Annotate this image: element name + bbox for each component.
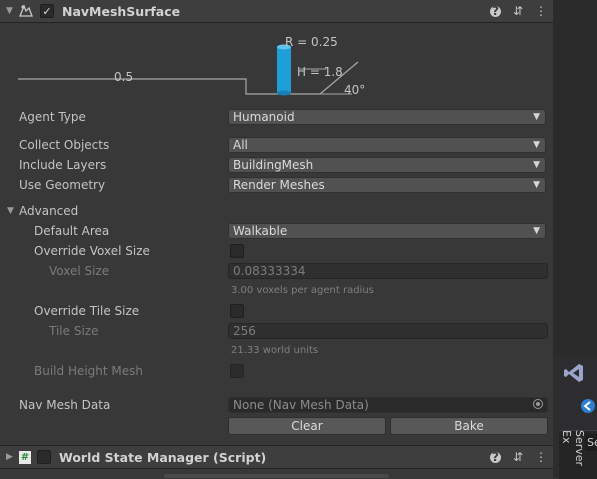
side-panel-top [553, 0, 597, 355]
radius-label: R = 0.25 [285, 35, 338, 49]
collect-objects-label: Collect Objects [19, 138, 110, 152]
world-state-manager-header[interactable]: ▶ # World State Manager (Script) ? ⇵ ⋮ [0, 445, 553, 469]
visual-studio-icon[interactable] [563, 362, 585, 384]
override-tile-size-checkbox[interactable] [230, 304, 244, 318]
component-enabled-checkbox[interactable] [37, 450, 51, 464]
help-icon[interactable]: ? [489, 4, 501, 18]
dropdown-arrow-icon: ▼ [533, 226, 540, 236]
include-layers-value: BuildingMesh [233, 158, 314, 172]
voxel-size-row: Voxel Size 0.08333334 [0, 261, 553, 281]
slope-label: 40° [344, 83, 366, 97]
nav-mesh-data-value: None (Nav Mesh Data) [233, 398, 369, 412]
nav-mesh-data-field[interactable]: None (Nav Mesh Data) [228, 397, 548, 413]
agent-type-value: Humanoid [233, 110, 295, 124]
collect-objects-value: All [233, 138, 248, 152]
tile-size-row: Tile Size 256 [0, 321, 553, 341]
object-picker-icon[interactable] [533, 399, 543, 409]
dropdown-arrow-icon: ▼ [533, 160, 540, 170]
dropdown-arrow-icon: ▼ [533, 112, 540, 122]
help-icon[interactable]: ? [489, 450, 501, 464]
agent-diagram-svg [18, 44, 359, 96]
override-tile-size-checkbox-wrap[interactable] [230, 304, 244, 321]
foldout-expanded-icon[interactable]: ▼ [6, 6, 16, 16]
default-area-label: Default Area [34, 224, 110, 238]
use-geometry-dropdown[interactable]: Render Meshes ▼ [228, 177, 546, 193]
tile-size-hint: 21.33 world units [231, 345, 319, 356]
tile-size-label: Tile Size [49, 324, 99, 338]
agent-type-row: Agent Type Humanoid ▼ [0, 107, 553, 127]
agent-type-label: Agent Type [19, 110, 86, 124]
override-voxel-size-label: Override Voxel Size [34, 244, 150, 258]
navmesh-component-icon [18, 4, 34, 18]
step-height-label: 0.5 [114, 70, 134, 84]
navmeshsurface-header[interactable]: ▼ ✓ NavMeshSurface ? ⇵ ⋮ [0, 0, 553, 23]
voxel-size-input[interactable]: 0.08333334 [228, 263, 548, 279]
build-height-mesh-checkbox[interactable] [230, 364, 244, 378]
build-height-mesh-row: Build Height Mesh [0, 361, 553, 381]
back-arrow-icon[interactable] [579, 398, 597, 414]
inspector-panel: ▼ ✓ NavMeshSurface ? ⇵ ⋮ R = 0.25 H = 1.… [0, 0, 553, 478]
include-layers-dropdown[interactable]: BuildingMesh ▼ [228, 157, 546, 173]
server-explorer-tab[interactable]: Server Ex [560, 430, 586, 478]
default-area-row: Default Area Walkable ▼ [0, 221, 553, 241]
agent-diagram: R = 0.25 H = 1.8 0.5 40° [0, 23, 553, 103]
height-label: H = 1.8 [297, 65, 343, 79]
foldout-collapsed-icon[interactable]: ▶ [6, 452, 16, 462]
agent-cylinder-bottom [277, 90, 291, 96]
default-area-value: Walkable [233, 224, 288, 238]
side-panel-tab-label[interactable]: Se [585, 434, 597, 451]
voxel-size-label: Voxel Size [49, 264, 110, 278]
build-height-mesh-checkbox-wrap[interactable] [230, 364, 244, 381]
include-layers-label: Include Layers [19, 158, 107, 172]
use-geometry-value: Render Meshes [233, 178, 325, 192]
dropdown-arrow-icon: ▼ [533, 180, 540, 190]
component-enabled-checkbox[interactable]: ✓ [40, 4, 54, 18]
override-tile-size-label: Override Tile Size [34, 304, 140, 318]
use-geometry-label: Use Geometry [19, 178, 106, 192]
collect-objects-dropdown[interactable]: All ▼ [228, 137, 546, 153]
tile-size-input[interactable]: 256 [228, 323, 548, 339]
agent-type-dropdown[interactable]: Humanoid ▼ [228, 109, 546, 125]
component-title: NavMeshSurface [62, 3, 181, 19]
agent-cylinder [277, 47, 291, 93]
script-icon: # [19, 450, 31, 464]
advanced-label: Advanced [19, 204, 79, 218]
collect-objects-row: Collect Objects All ▼ [0, 135, 553, 155]
override-voxel-size-checkbox-wrap[interactable] [230, 244, 244, 261]
build-height-mesh-label: Build Height Mesh [34, 364, 144, 378]
use-geometry-row: Use Geometry Render Meshes ▼ [0, 175, 553, 195]
override-voxel-size-row: Override Voxel Size [0, 241, 553, 261]
component-title: World State Manager (Script) [59, 449, 267, 465]
default-area-dropdown[interactable]: Walkable ▼ [228, 223, 546, 239]
more-options-icon[interactable]: ⋮ [535, 450, 547, 464]
presets-icon[interactable]: ⇵ [513, 4, 523, 18]
advanced-foldout[interactable]: ▼ Advanced [0, 201, 553, 221]
foldout-expanded-icon[interactable]: ▼ [7, 201, 14, 221]
presets-icon[interactable]: ⇵ [513, 450, 523, 464]
clear-button[interactable]: Clear [228, 417, 386, 435]
override-voxel-size-checkbox[interactable] [230, 244, 244, 258]
more-options-icon[interactable]: ⋮ [535, 4, 547, 18]
include-layers-row: Include Layers BuildingMesh ▼ [0, 155, 553, 175]
add-component-button-edge[interactable] [164, 474, 389, 478]
dropdown-arrow-icon: ▼ [533, 140, 540, 150]
override-tile-size-row: Override Tile Size [0, 301, 553, 321]
nav-mesh-data-label: Nav Mesh Data [19, 398, 111, 412]
bake-button[interactable]: Bake [390, 417, 548, 435]
nav-mesh-data-row: Nav Mesh Data None (Nav Mesh Data) [0, 395, 553, 415]
voxel-size-hint: 3.00 voxels per agent radius [231, 285, 374, 296]
